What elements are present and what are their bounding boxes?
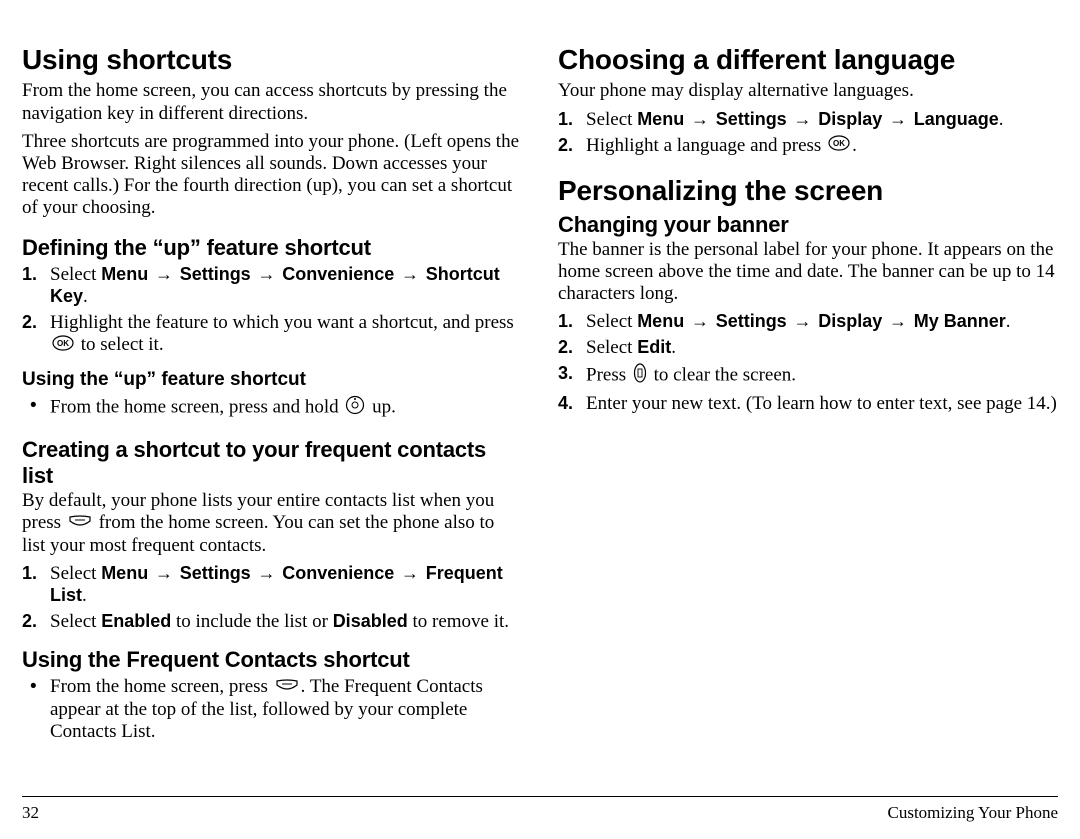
arrow-icon: → — [255, 264, 277, 285]
section-title: Customizing Your Phone — [888, 803, 1059, 823]
text: . — [83, 286, 88, 307]
menu-path-item: Menu — [101, 563, 148, 583]
bold-option: Enabled — [101, 611, 171, 631]
arrow-icon: → — [791, 311, 813, 332]
list-item: Select Edit. — [558, 337, 1058, 359]
two-column-body: Using shortcuts From the home screen, yo… — [22, 44, 1058, 772]
text: From the home screen, press — [50, 676, 273, 697]
menu-path-item: My Banner — [914, 311, 1006, 331]
ok-key-icon: OK — [828, 135, 850, 157]
ordered-list: Select Menu → Settings → Convenience → S… — [22, 264, 522, 357]
paragraph: Three shortcuts are programmed into your… — [22, 131, 522, 219]
list-item: From the home screen, press . The Freque… — [22, 676, 522, 743]
text: Select — [586, 109, 637, 130]
heading-frequent-contacts-shortcut: Creating a shortcut to your frequent con… — [22, 437, 522, 488]
arrow-icon: → — [399, 563, 421, 584]
text: . — [1006, 311, 1011, 332]
text: . — [671, 337, 676, 358]
arrow-icon: → — [153, 264, 175, 285]
arrow-icon: → — [887, 109, 909, 130]
menu-path-item: Settings — [180, 264, 251, 284]
text: Highlight the feature to which you want … — [50, 312, 514, 333]
menu-path-item: Menu — [637, 311, 684, 331]
arrow-icon: → — [689, 311, 711, 332]
list-item: Select Menu → Settings → Display → My Ba… — [558, 311, 1058, 333]
heading-personalizing-screen: Personalizing the screen — [558, 175, 1058, 207]
paragraph: From the home screen, you can access sho… — [22, 80, 522, 124]
text: to remove it. — [408, 611, 509, 632]
ordered-list: Select Menu → Settings → Convenience → F… — [22, 563, 522, 607]
text: Select — [586, 337, 637, 358]
clear-key-icon — [633, 363, 647, 389]
list-item: Highlight a language and press OK . — [558, 135, 1058, 158]
heading-changing-banner: Changing your banner — [558, 212, 1058, 238]
list-item: Select Enabled to include the list or Di… — [22, 611, 522, 633]
text: to clear the screen. — [654, 365, 796, 386]
page-number: 32 — [22, 803, 39, 823]
text: Select — [50, 611, 101, 632]
ordered-list: Select Menu → Settings → Display → Langu… — [558, 109, 1058, 158]
text: Select — [586, 311, 637, 332]
bold-option: Edit — [637, 337, 671, 357]
text: Highlight a language and press — [586, 135, 826, 156]
menu-path-item: Menu — [101, 264, 148, 284]
down-key-icon — [275, 677, 299, 699]
ordered-list: Select Menu → Settings → Display → My Ba… — [558, 311, 1058, 415]
arrow-icon: → — [153, 563, 175, 584]
list-item: Press to clear the screen. — [558, 363, 1058, 389]
manual-page: Using shortcuts From the home screen, yo… — [0, 0, 1080, 839]
list-item: Select Menu → Settings → Convenience → S… — [22, 264, 522, 308]
arrow-icon: → — [255, 563, 277, 584]
menu-path-item: Language — [914, 109, 999, 129]
arrow-icon: → — [689, 109, 711, 130]
list-item: Enter your new text. (To learn how to en… — [558, 393, 1058, 415]
heading-defining-up-shortcut: Defining the “up” feature shortcut — [22, 235, 522, 261]
menu-path-item: Settings — [716, 311, 787, 331]
ordered-list-continuation: Select Enabled to include the list or Di… — [22, 611, 522, 633]
arrow-icon: → — [791, 109, 813, 130]
arrow-icon: → — [887, 311, 909, 332]
text: . — [852, 135, 857, 156]
menu-path-item: Menu — [637, 109, 684, 129]
heading-using-up-shortcut: Using the “up” feature shortcut — [22, 369, 522, 391]
text: to include the list or — [171, 611, 332, 632]
down-key-icon — [68, 513, 92, 535]
menu-path-item: Display — [818, 109, 882, 129]
list-item: Select Menu → Settings → Convenience → F… — [22, 563, 522, 607]
list-item: From the home screen, press and hold up. — [22, 395, 522, 421]
text: Press — [586, 365, 631, 386]
menu-path-item: Convenience — [282, 264, 394, 284]
text: Select — [50, 264, 101, 285]
paragraph: By default, your phone lists your entire… — [22, 490, 522, 557]
heading-choosing-language: Choosing a different language — [558, 44, 1058, 76]
text: to select it. — [81, 334, 164, 355]
page-footer: 32 Customizing Your Phone — [22, 803, 1058, 823]
menu-path-item: Settings — [716, 109, 787, 129]
menu-path-item: Convenience — [282, 563, 394, 583]
unordered-list: From the home screen, press . The Freque… — [22, 676, 522, 743]
arrow-icon: → — [399, 264, 421, 285]
svg-text:OK: OK — [57, 339, 69, 348]
heading-using-shortcuts: Using shortcuts — [22, 44, 522, 76]
text: from the home screen. You can set the ph… — [22, 512, 494, 556]
text: . — [82, 585, 87, 606]
paragraph: The banner is the personal label for you… — [558, 239, 1058, 305]
menu-path-item: Settings — [180, 563, 251, 583]
unordered-list: From the home screen, press and hold up. — [22, 395, 522, 421]
ok-key-icon: OK — [52, 335, 74, 357]
bold-option: Disabled — [333, 611, 408, 631]
footer-rule — [22, 796, 1058, 797]
svg-text:OK: OK — [833, 139, 845, 148]
text: Select — [50, 563, 101, 584]
menu-path-item: Display — [818, 311, 882, 331]
list-item: Select Menu → Settings → Display → Langu… — [558, 109, 1058, 131]
text: . — [999, 109, 1004, 130]
paragraph: Your phone may display alternative langu… — [558, 80, 1058, 102]
list-item: Highlight the feature to which you want … — [22, 312, 522, 357]
text: up. — [372, 396, 396, 417]
text: From the home screen, press and hold — [50, 396, 343, 417]
heading-using-frequent-contacts: Using the Frequent Contacts shortcut — [22, 647, 522, 673]
nav-key-icon — [345, 395, 365, 421]
